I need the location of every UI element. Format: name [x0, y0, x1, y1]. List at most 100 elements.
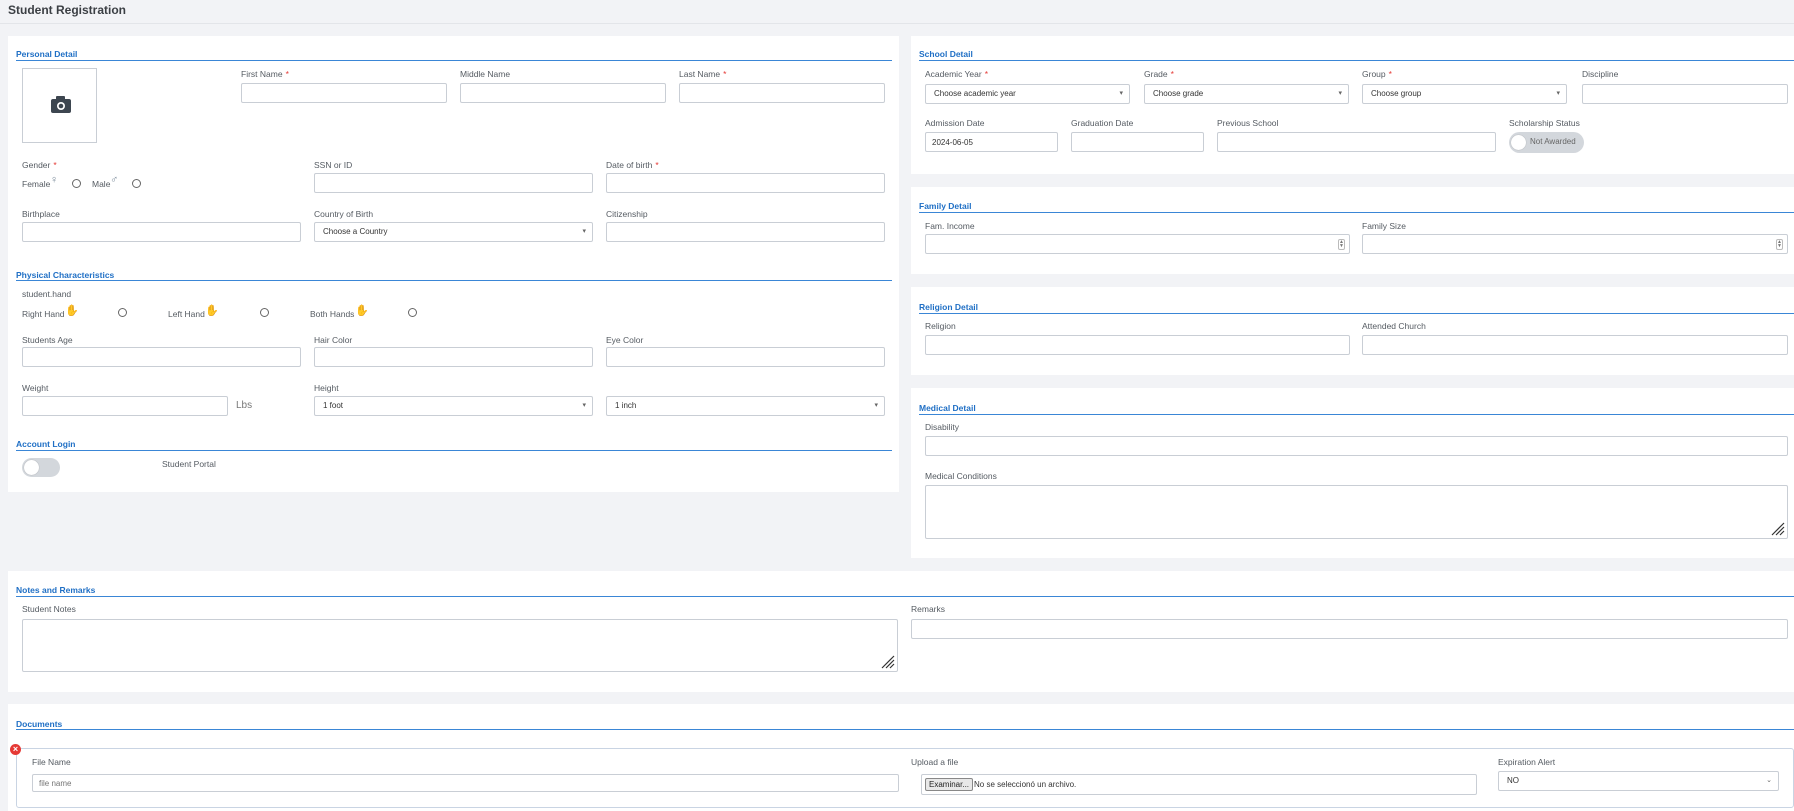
file-name-input[interactable]: [32, 774, 899, 792]
hand-label: student.hand: [22, 289, 72, 299]
file-upload-input[interactable]: Examinar... No se seleccionó un archivo.: [921, 774, 1477, 795]
section-rule: [16, 450, 892, 451]
height-feet-select[interactable]: 1 foot ▾: [314, 396, 593, 416]
family-size-input[interactable]: ▲ ▼: [1362, 234, 1788, 254]
birthplace-label: Birthplace: [22, 209, 60, 219]
hair-color-label: Hair Color: [314, 335, 353, 345]
section-title-school: School Detail: [919, 49, 973, 59]
scholarship-toggle-text: Not Awarded: [1530, 137, 1576, 146]
family-size-label: Family Size: [1362, 221, 1406, 231]
last-name-input[interactable]: [679, 83, 885, 103]
dob-input[interactable]: [606, 173, 885, 193]
remarks-input[interactable]: [911, 619, 1788, 639]
toggle-knob: [24, 460, 39, 475]
chevron-down-icon: ▾: [874, 402, 878, 409]
admission-date-input[interactable]: [925, 132, 1058, 152]
previous-school-input[interactable]: [1217, 132, 1496, 152]
hand-icon: ✋: [65, 305, 79, 317]
weight-unit: Lbs: [236, 400, 253, 411]
ssn-input[interactable]: [314, 173, 593, 193]
right-hand-label: Right Hand: [22, 309, 65, 319]
religion-label: Religion: [925, 321, 956, 331]
section-rule: [16, 729, 1794, 730]
scholarship-toggle[interactable]: Not Awarded: [1509, 132, 1584, 153]
birthplace-input[interactable]: [22, 222, 301, 242]
section-rule: [919, 313, 1794, 314]
discipline-input[interactable]: [1582, 84, 1788, 104]
religion-input[interactable]: [925, 335, 1350, 355]
hair-color-input[interactable]: [314, 347, 593, 367]
section-title-religion: Religion Detail: [919, 302, 979, 312]
left-hand-label: Left Hand: [168, 309, 205, 319]
section-title-documents: Documents: [16, 719, 63, 729]
middle-name-input[interactable]: [460, 83, 666, 103]
left-hand-radio[interactable]: [260, 308, 269, 317]
student-portal-toggle[interactable]: [22, 458, 60, 477]
photo-upload[interactable]: [22, 68, 97, 143]
medical-conditions-label: Medical Conditions: [925, 471, 997, 481]
disability-label: Disability: [925, 422, 960, 432]
expiration-alert-select[interactable]: NO ⌄: [1498, 771, 1779, 791]
family-income-input[interactable]: ▲ ▼: [925, 234, 1350, 254]
attended-church-input[interactable]: [1362, 335, 1788, 355]
height-inches-select[interactable]: 1 inch ▾: [606, 396, 885, 416]
chevron-down-icon: ▾: [582, 402, 586, 409]
eye-color-input[interactable]: [606, 347, 885, 367]
ssn-label: SSN or ID: [314, 160, 353, 170]
grade-label: Grade *: [1144, 69, 1174, 79]
remarks-label: Remarks: [911, 604, 946, 614]
female-label: Female: [22, 179, 51, 189]
female-radio[interactable]: [72, 179, 81, 188]
discipline-label: Discipline: [1582, 69, 1619, 79]
section-title-medical: Medical Detail: [919, 403, 976, 413]
disability-input[interactable]: [925, 436, 1788, 456]
gender-label: Gender *: [22, 160, 57, 170]
file-name-label: File Name: [32, 757, 71, 767]
students-age-label: Students Age: [22, 335, 73, 345]
section-rule: [16, 596, 1794, 597]
section-rule: [919, 414, 1794, 415]
male-radio[interactable]: [132, 179, 141, 188]
both-hands-radio[interactable]: [408, 308, 417, 317]
both-hands-label: Both Hands: [310, 309, 355, 319]
weight-label: Weight: [22, 383, 49, 393]
students-age-input[interactable]: [22, 347, 301, 367]
group-label: Group *: [1362, 69, 1392, 79]
spinner-icon[interactable]: ▲ ▼: [1338, 239, 1345, 250]
medical-conditions-textarea[interactable]: [925, 485, 1788, 539]
page-title: Student Registration: [8, 3, 127, 17]
student-portal-label: Student Portal: [162, 459, 216, 469]
browse-button[interactable]: Examinar...: [925, 778, 974, 791]
section-rule: [919, 60, 1794, 61]
religion-panel: [911, 287, 1794, 375]
first-name-input[interactable]: [241, 83, 447, 103]
section-rule: [16, 60, 892, 61]
grade-select[interactable]: Choose grade ▾: [1144, 84, 1349, 104]
resize-grip-icon[interactable]: [881, 655, 895, 669]
student-notes-textarea[interactable]: [22, 619, 898, 672]
student-notes-label: Student Notes: [22, 604, 76, 614]
admission-date-label: Admission Date: [925, 118, 985, 128]
spinner-icon[interactable]: ▲ ▼: [1776, 239, 1783, 250]
first-name-label: First Name *: [241, 69, 289, 79]
academic-year-label: Academic Year *: [925, 69, 989, 79]
citizenship-input[interactable]: [606, 222, 885, 242]
camera-icon: [51, 96, 71, 113]
resize-grip-icon[interactable]: [1771, 522, 1785, 536]
dob-label: Date of birth *: [606, 160, 659, 170]
hand-icon: ✋: [355, 305, 369, 317]
academic-year-select[interactable]: Choose academic year ▾: [925, 84, 1130, 104]
remove-document-icon[interactable]: ×: [10, 744, 21, 755]
middle-name-label: Middle Name: [460, 69, 511, 79]
title-divider: [0, 23, 1794, 24]
graduation-date-input[interactable]: [1071, 132, 1204, 152]
right-hand-radio[interactable]: [118, 308, 127, 317]
family-panel: [911, 187, 1794, 274]
weight-input[interactable]: [22, 396, 228, 416]
group-select[interactable]: Choose group ▾: [1362, 84, 1567, 104]
graduation-date-label: Graduation Date: [1071, 118, 1134, 128]
section-title-physical: Physical Characteristics: [16, 270, 115, 280]
citizenship-label: Citizenship: [606, 209, 648, 219]
country-of-birth-select[interactable]: Choose a Country ▾: [314, 222, 593, 242]
chevron-down-icon: ▾: [1119, 90, 1123, 97]
